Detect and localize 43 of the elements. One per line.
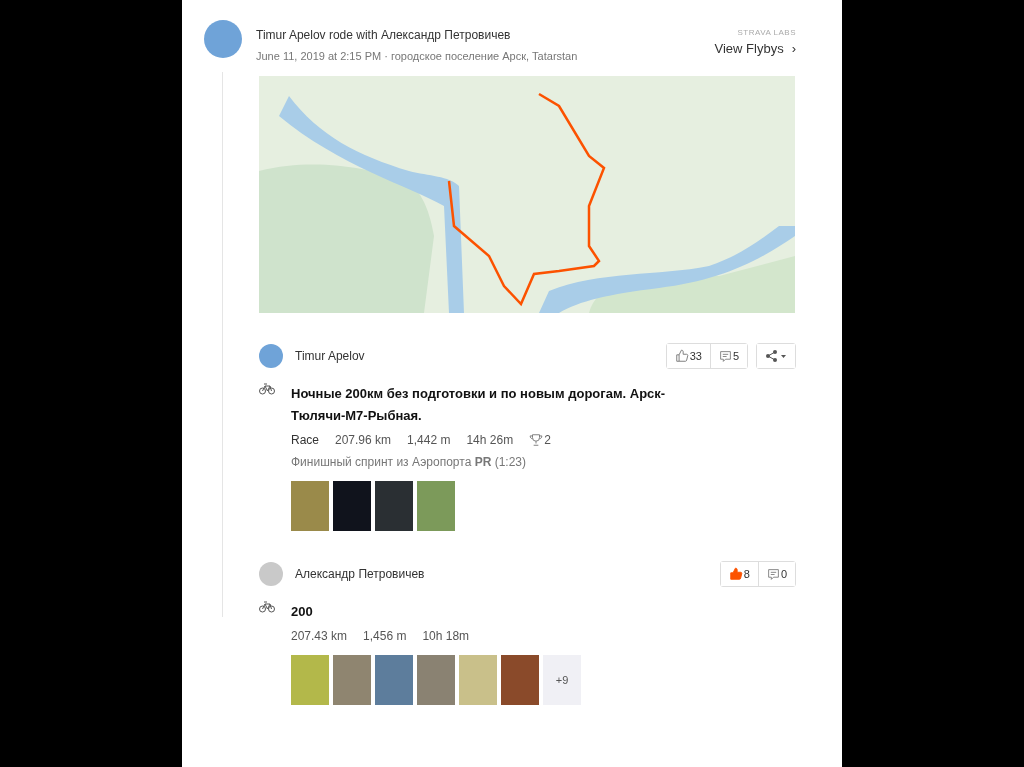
photo-placeholder[interactable] xyxy=(291,655,329,705)
activity-stat: 10h 18m xyxy=(422,629,470,643)
comment-icon xyxy=(718,349,732,363)
bicycle-icon xyxy=(259,601,275,613)
photo-placeholder[interactable] xyxy=(291,481,329,531)
avatar[interactable] xyxy=(259,562,283,586)
photo-placeholder[interactable] xyxy=(375,655,413,705)
activity-stat: 207.96 km xyxy=(335,433,392,447)
activity-title[interactable]: 200 xyxy=(291,601,711,623)
trophy-count: 2 xyxy=(544,433,551,447)
photo-placeholder[interactable] xyxy=(333,655,371,705)
comment-icon xyxy=(766,567,780,581)
photo-placeholder[interactable] xyxy=(333,481,371,531)
activity-stat: 14h 26m xyxy=(466,433,514,447)
route-map-drawing[interactable] xyxy=(259,76,795,313)
activity-group-title: Timur Apelov rode with Александр Петровичев xyxy=(256,28,512,42)
activity-date-location: June 11, 2019 at 2:15 PM · городское поселение Арск, Tatarstan xyxy=(256,50,579,62)
activity-stat: 207.43 km xyxy=(291,629,348,643)
photo-placeholder[interactable] xyxy=(417,655,455,705)
thumbs-up-icon xyxy=(728,567,743,581)
workout-type-label: Race xyxy=(291,433,319,447)
activity-stat: 1,456 m xyxy=(363,629,407,643)
segment-achievement: Финишный спринт из Аэропорта PR (1:23) xyxy=(291,455,527,469)
bicycle-icon xyxy=(259,383,275,395)
photo-placeholder[interactable] xyxy=(501,655,539,705)
share-icon xyxy=(765,350,787,362)
comment-button[interactable]: 0 xyxy=(757,562,795,586)
avatar[interactable] xyxy=(204,20,242,58)
activity-stat: 1,442 m xyxy=(407,433,451,447)
photo-placeholder[interactable] xyxy=(459,655,497,705)
photo-placeholder[interactable] xyxy=(417,481,455,531)
athlete-name[interactable]: Александр Петровичев xyxy=(295,567,708,581)
activity-title[interactable]: Ночные 200км без подготовки и по новым дорогам. Арск-Тюлячи-М7-Рыбная. xyxy=(291,383,711,427)
thumbs-up-icon xyxy=(674,349,689,363)
trophy-icon xyxy=(529,433,544,447)
more-photos-tile[interactable]: +9 xyxy=(543,655,581,705)
comment-button[interactable]: 5 xyxy=(709,344,747,368)
labs-label: STRAVA LABS xyxy=(736,28,796,37)
view-flybys-link[interactable]: View Flybys › xyxy=(714,41,796,56)
avatar[interactable] xyxy=(259,344,283,368)
photo-placeholder[interactable] xyxy=(375,481,413,531)
share-button[interactable] xyxy=(757,344,795,368)
athlete-name[interactable]: Timur Apelov xyxy=(295,349,654,363)
